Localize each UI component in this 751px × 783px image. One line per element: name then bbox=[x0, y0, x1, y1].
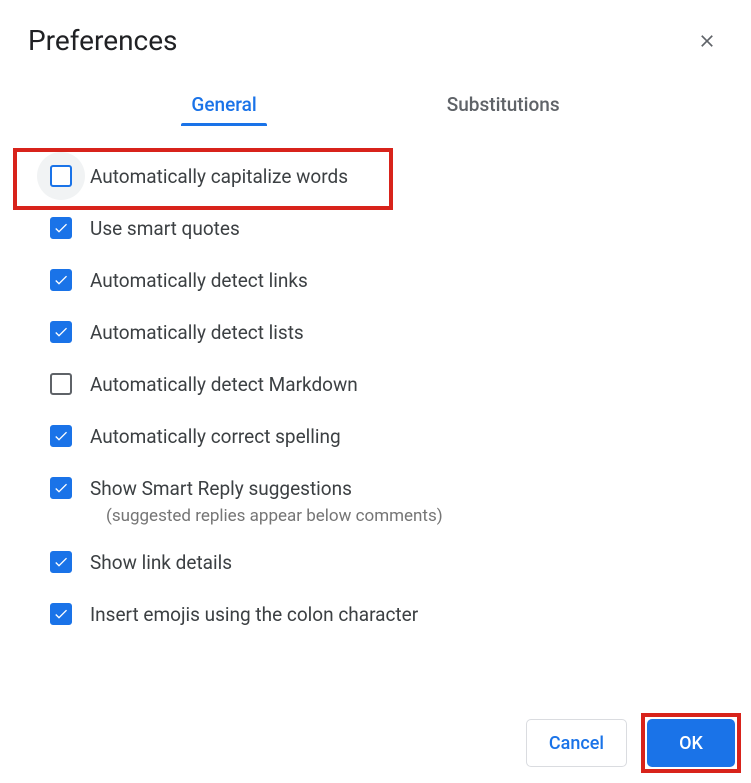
option-detect-links: Automatically detect links bbox=[50, 254, 723, 306]
check-icon bbox=[53, 220, 69, 236]
check-icon bbox=[53, 480, 69, 496]
tab-general[interactable]: General bbox=[191, 85, 256, 126]
tab-bar: General Substitutions bbox=[28, 85, 723, 126]
cancel-button[interactable]: Cancel bbox=[526, 719, 627, 767]
dialog-footer: Cancel OK bbox=[526, 713, 741, 773]
option-smart-reply: Show Smart Reply suggestions (suggested … bbox=[50, 462, 723, 536]
option-label: Automatically detect Markdown bbox=[90, 373, 358, 396]
option-label: Automatically detect lists bbox=[90, 321, 304, 344]
check-icon bbox=[53, 606, 69, 622]
tab-substitutions[interactable]: Substitutions bbox=[447, 85, 560, 126]
option-label: Automatically correct spelling bbox=[90, 425, 341, 448]
option-label: Show link details bbox=[90, 551, 232, 574]
check-icon bbox=[53, 324, 69, 340]
check-icon bbox=[53, 554, 69, 570]
option-correct-spelling: Automatically correct spelling bbox=[50, 410, 723, 462]
preferences-dialog: Preferences General Substitutions Automa… bbox=[0, 0, 751, 660]
option-label: Show Smart Reply suggestions bbox=[90, 477, 352, 500]
annotation-highlight-first-option bbox=[13, 148, 393, 210]
option-label: Use smart quotes bbox=[90, 217, 240, 240]
options-list: Automatically capitalize words Use smart… bbox=[28, 150, 723, 640]
option-detect-lists: Automatically detect lists bbox=[50, 306, 723, 358]
option-label: Insert emojis using the colon character bbox=[90, 603, 418, 626]
checkbox-link-details[interactable] bbox=[50, 551, 72, 573]
option-sublabel: (suggested replies appear below comments… bbox=[106, 506, 723, 530]
checkbox-detect-markdown[interactable] bbox=[50, 373, 72, 395]
close-button[interactable] bbox=[691, 25, 723, 57]
dialog-title: Preferences bbox=[28, 24, 178, 57]
checkbox-detect-lists[interactable] bbox=[50, 321, 72, 343]
checkbox-correct-spelling[interactable] bbox=[50, 425, 72, 447]
dialog-header: Preferences bbox=[28, 24, 723, 57]
checkbox-smart-quotes[interactable] bbox=[50, 217, 72, 239]
close-icon bbox=[697, 31, 717, 51]
option-label: Automatically detect links bbox=[90, 269, 308, 292]
option-link-details: Show link details bbox=[50, 536, 723, 588]
option-detect-markdown: Automatically detect Markdown bbox=[50, 358, 723, 410]
check-icon bbox=[53, 428, 69, 444]
checkbox-smart-reply[interactable] bbox=[50, 477, 72, 499]
option-emoji-colon: Insert emojis using the colon character bbox=[50, 588, 723, 640]
checkbox-emoji-colon[interactable] bbox=[50, 603, 72, 625]
checkbox-detect-links[interactable] bbox=[50, 269, 72, 291]
ok-button[interactable]: OK bbox=[647, 719, 735, 767]
check-icon bbox=[53, 272, 69, 288]
annotation-highlight-ok: OK bbox=[641, 713, 741, 773]
